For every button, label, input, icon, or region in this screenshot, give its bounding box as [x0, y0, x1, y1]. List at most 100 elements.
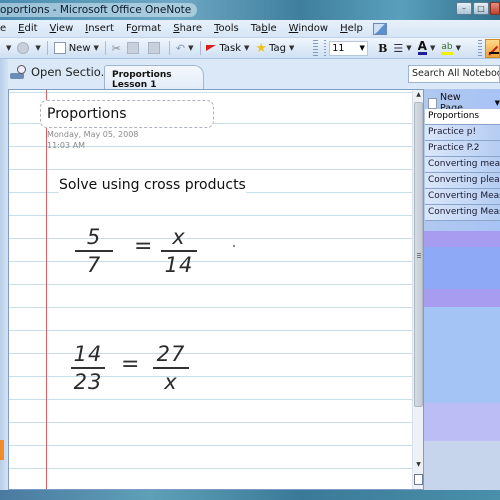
separator: [169, 41, 170, 55]
numerator: 14: [73, 342, 103, 366]
menu-insert[interactable]: Insert: [79, 20, 120, 38]
chevron-down-icon: ▼: [494, 99, 500, 107]
add-page-space-icon[interactable]: [414, 474, 423, 485]
fraction-bar: [161, 250, 197, 252]
separator: [46, 41, 48, 55]
menu-edit[interactable]: Edit: [12, 20, 43, 38]
minimize-button[interactable]: –: [456, 2, 472, 15]
menu-help[interactable]: Help: [334, 20, 369, 38]
section-tab-proportions-lesson-1[interactable]: Proportions Lesson 1: [104, 65, 204, 90]
toolbar-grip[interactable]: [313, 40, 318, 56]
highlighter-icon: ab: [441, 42, 453, 55]
equals-sign: =: [121, 352, 140, 377]
page-tab[interactable]: Converting Measu: [425, 189, 500, 205]
navigation-bar-collapsed[interactable]: [0, 59, 8, 500]
page-tab[interactable]: Converting pleasu: [425, 173, 500, 189]
page-tab[interactable]: Practice p!: [425, 125, 500, 141]
new-label: New: [68, 42, 91, 54]
chevron-down-icon: ▼: [455, 44, 461, 52]
panel-band: [424, 441, 500, 490]
cut-button[interactable]: ✂: [109, 39, 124, 58]
handwritten-fraction[interactable]: 5 7: [75, 226, 113, 276]
page-canvas[interactable]: Proportions Monday, May 05, 2008 11:03 A…: [8, 89, 424, 490]
page-tab[interactable]: Converting Measu: [425, 205, 500, 221]
forward-button[interactable]: ▼: [14, 39, 43, 58]
search-input[interactable]: Search All Notebooks: [408, 65, 500, 83]
page-tab[interactable]: Practice P.2: [425, 141, 500, 157]
grip-icon: [417, 253, 421, 259]
unfiled-notes-indicator[interactable]: [0, 440, 4, 460]
menu-view[interactable]: View: [44, 20, 80, 38]
page-date: Monday, May 05, 2008: [47, 130, 139, 139]
scissors-icon: ✂: [111, 41, 122, 55]
menu-table[interactable]: Table: [245, 20, 283, 38]
flag-icon: [206, 45, 217, 51]
fraction-bar: [153, 367, 189, 369]
help-window-icon[interactable]: [372, 22, 387, 35]
page-title[interactable]: Proportions: [47, 106, 127, 122]
toolbar: ▼ ▼ New ▼ ✂ ↶ ▼ Task ▼ ★ Tag ▼ 11 ▼ B ☰ ▼ A ▼ ab…: [0, 38, 500, 59]
vertical-scrollbar[interactable]: ▲ ▼: [412, 90, 423, 489]
fraction-bar: [75, 250, 113, 252]
taskbar-edge: [0, 490, 500, 500]
handwritten-fraction[interactable]: x 14: [161, 226, 197, 276]
handwritten-fraction[interactable]: 14 23: [71, 343, 105, 393]
copy-icon: [127, 42, 140, 54]
paste-icon: [148, 42, 161, 54]
close-button[interactable]: [490, 2, 500, 15]
chevron-down-icon: ▼: [35, 44, 41, 52]
panel-band: [424, 307, 500, 403]
copy-button[interactable]: [124, 39, 145, 58]
maximize-button[interactable]: □: [473, 2, 489, 15]
menu-share[interactable]: Share: [167, 20, 208, 38]
task-button[interactable]: Task ▼: [203, 39, 252, 58]
pen-tool-button[interactable]: [485, 38, 500, 58]
font-size-value: 11: [332, 42, 345, 54]
menu-file[interactable]: e: [0, 20, 12, 38]
highlight-button[interactable]: ab ▼: [438, 39, 464, 58]
undo-button[interactable]: ↶ ▼: [173, 39, 197, 58]
menu-bar: e Edit View Insert Format Share Tools Ta…: [0, 20, 500, 38]
page-list: Proportions Practice p! Practice P.2 Con…: [425, 109, 500, 221]
bullets-button[interactable]: ☰ ▼: [390, 39, 414, 58]
equals-sign: =: [134, 234, 153, 259]
menu-format[interactable]: Format: [120, 20, 167, 38]
open-sections-button[interactable]: Open Sectio...: [10, 65, 112, 79]
denominator: 14: [164, 252, 194, 277]
panel-band: [424, 231, 500, 247]
page-tab[interactable]: Converting measu: [425, 157, 500, 173]
paste-button[interactable]: [145, 39, 166, 58]
numerator: 27: [156, 342, 186, 366]
chevron-down-icon: ▼: [244, 44, 250, 52]
scroll-down-arrow-icon[interactable]: ▼: [413, 460, 424, 470]
toolbar-grip[interactable]: [477, 40, 483, 56]
chevron-down-icon: ▼: [359, 44, 365, 52]
menu-window[interactable]: Window: [283, 20, 334, 38]
scrollbar-thumb[interactable]: [414, 102, 423, 407]
toolbar-grip[interactable]: [323, 40, 327, 56]
font-color-button[interactable]: A ▼: [415, 39, 439, 58]
menu-tools[interactable]: Tools: [208, 20, 245, 38]
separator: [199, 41, 201, 55]
denominator: x: [164, 369, 178, 394]
undo-icon: ↶: [175, 41, 186, 55]
chevron-down-icon: ▼: [93, 44, 99, 52]
denominator: 23: [73, 369, 103, 394]
page-tab[interactable]: Proportions: [425, 109, 500, 125]
font-size-select[interactable]: 11 ▼: [329, 40, 368, 56]
new-page-icon: [53, 42, 66, 54]
new-button[interactable]: New ▼: [51, 39, 102, 58]
star-icon: ★: [255, 40, 268, 56]
handwritten-fraction[interactable]: 27 x: [153, 343, 189, 393]
scroll-up-arrow-icon[interactable]: ▲: [413, 90, 424, 100]
chevron-down-icon: ▼: [6, 44, 12, 52]
tag-button[interactable]: ★ Tag ▼: [252, 39, 297, 58]
denominator: 7: [86, 252, 102, 277]
back-dropdown[interactable]: ▼: [0, 39, 14, 58]
page-time: 11:03 AM: [47, 141, 85, 150]
open-sections-icon: [10, 65, 26, 79]
note-text[interactable]: Solve using cross products: [59, 177, 246, 193]
numerator: x: [172, 225, 186, 249]
open-sections-label: Open Sectio...: [31, 65, 112, 79]
bold-button[interactable]: B: [375, 39, 390, 58]
